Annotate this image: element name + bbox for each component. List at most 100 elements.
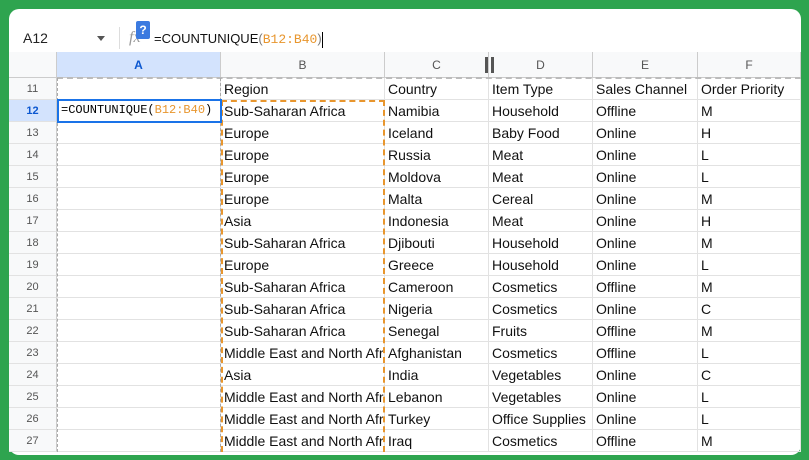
column-header-e[interactable]: E [593,52,698,78]
table-cell[interactable]: Meat [489,144,593,166]
table-cell[interactable]: Country [385,78,489,100]
table-cell[interactable]: Cosmetics [489,298,593,320]
row-header[interactable]: 24 [9,364,57,386]
table-cell[interactable] [57,232,221,254]
table-cell[interactable]: Cameroon [385,276,489,298]
table-cell[interactable] [57,210,221,232]
table-cell[interactable]: Asia [221,364,385,386]
table-cell[interactable]: India [385,364,489,386]
row-header[interactable]: 22 [9,320,57,342]
table-cell[interactable] [57,144,221,166]
table-cell[interactable]: L [698,342,801,364]
table-cell[interactable]: Europe [221,144,385,166]
table-cell[interactable]: Cosmetics [489,430,593,452]
row-header[interactable]: 25 [9,386,57,408]
table-cell[interactable]: Online [593,386,698,408]
table-cell[interactable]: Online [593,232,698,254]
table-cell[interactable]: M [698,232,801,254]
table-cell[interactable] [57,386,221,408]
row-header[interactable]: 16 [9,188,57,210]
table-cell[interactable]: Online [593,364,698,386]
table-cell[interactable]: Online [593,298,698,320]
table-cell[interactable]: Middle East and North Africa [221,342,385,364]
table-cell[interactable]: Offline [593,430,698,452]
table-cell[interactable]: Online [593,122,698,144]
table-cell[interactable]: Cereal [489,188,593,210]
table-cell[interactable]: Online [593,188,698,210]
table-cell[interactable]: Iraq [385,430,489,452]
table-cell[interactable]: Household [489,100,593,122]
table-cell[interactable]: H [698,210,801,232]
table-cell[interactable] [57,122,221,144]
table-cell[interactable]: Vegetables [489,364,593,386]
table-cell[interactable]: Vegetables [489,386,593,408]
table-cell[interactable]: Meat [489,166,593,188]
table-cell[interactable]: Europe [221,122,385,144]
table-cell[interactable]: Malta [385,188,489,210]
table-cell[interactable]: L [698,144,801,166]
row-header[interactable]: 23 [9,342,57,364]
table-cell[interactable]: Offline [593,320,698,342]
table-cell[interactable]: Fruits [489,320,593,342]
table-cell[interactable]: Meat [489,210,593,232]
table-cell[interactable]: Indonesia [385,210,489,232]
table-cell[interactable]: Online [593,210,698,232]
table-cell[interactable] [57,78,221,100]
column-header-a[interactable]: A [57,52,221,78]
row-header[interactable]: 27 [9,430,57,452]
table-cell[interactable] [57,430,221,452]
table-cell[interactable]: Europe [221,166,385,188]
table-cell[interactable]: Offline [593,342,698,364]
table-cell[interactable]: Afghanistan [385,342,489,364]
table-cell[interactable]: Russia [385,144,489,166]
column-resize-handle[interactable] [485,57,488,73]
table-cell[interactable]: Asia [221,210,385,232]
row-header[interactable]: 15 [9,166,57,188]
table-cell[interactable] [57,320,221,342]
row-header[interactable]: 19 [9,254,57,276]
table-cell[interactable]: Cosmetics [489,342,593,364]
row-header[interactable]: 13 [9,122,57,144]
row-header[interactable]: 14 [9,144,57,166]
row-header[interactable]: 11 [9,78,57,100]
column-header-d[interactable]: D [489,52,593,78]
table-cell[interactable]: Office Supplies [489,408,593,430]
table-cell[interactable]: Sub-Saharan Africa [221,276,385,298]
table-cell[interactable]: Europe [221,254,385,276]
table-cell[interactable] [57,408,221,430]
table-cell[interactable]: Middle East and North Africa [221,408,385,430]
column-header-c[interactable]: C [385,52,489,78]
table-cell[interactable] [57,342,221,364]
table-cell[interactable]: C [698,298,801,320]
table-cell[interactable] [57,188,221,210]
table-cell[interactable] [57,276,221,298]
table-cell[interactable]: Item Type [489,78,593,100]
table-cell[interactable]: Sub-Saharan Africa [221,320,385,342]
table-cell[interactable]: Online [593,144,698,166]
table-cell[interactable]: Order Priority [698,78,801,100]
table-cell[interactable]: Offline [593,276,698,298]
table-cell[interactable]: Iceland [385,122,489,144]
table-cell[interactable]: Nigeria [385,298,489,320]
table-cell[interactable]: Sales Channel [593,78,698,100]
table-cell[interactable]: Online [593,254,698,276]
table-cell[interactable]: Online [593,166,698,188]
table-cell[interactable]: Lebanon [385,386,489,408]
table-cell[interactable]: Djibouti [385,232,489,254]
chevron-down-icon[interactable] [97,36,105,41]
row-header[interactable]: 17 [9,210,57,232]
column-header-f[interactable]: F [698,52,801,78]
row-header[interactable]: 12 [9,100,57,122]
table-cell[interactable]: L [698,386,801,408]
table-cell[interactable]: M [698,430,801,452]
table-cell[interactable] [57,254,221,276]
table-cell[interactable]: Household [489,254,593,276]
row-header[interactable]: 26 [9,408,57,430]
table-cell[interactable] [57,166,221,188]
table-cell[interactable] [57,364,221,386]
corner-cell[interactable] [9,52,57,78]
table-cell[interactable]: Namibia [385,100,489,122]
table-cell[interactable]: C [698,364,801,386]
table-cell[interactable]: Middle East and North Africa [221,386,385,408]
row-header[interactable]: 21 [9,298,57,320]
